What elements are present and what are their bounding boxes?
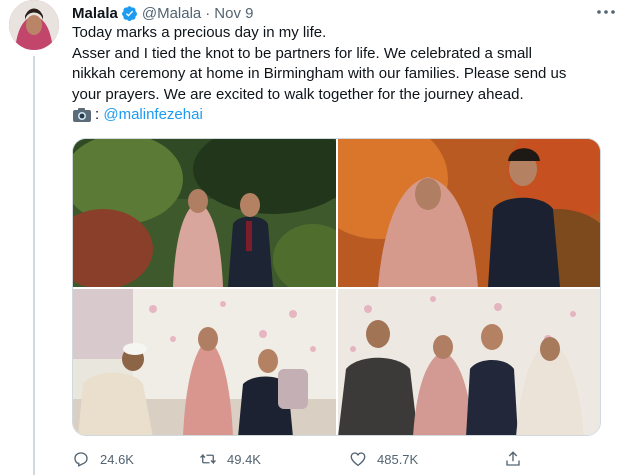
- photo-autumn-couple[interactable]: [338, 139, 600, 287]
- retweet-icon: [200, 453, 216, 465]
- photo-credit: : @malinfezehai: [72, 105, 612, 126]
- header-separator: ·: [205, 4, 211, 22]
- media-grid: [72, 138, 601, 436]
- like-icon: [350, 452, 366, 467]
- reply-icon: [74, 452, 88, 467]
- more-icon[interactable]: [594, 2, 618, 22]
- author-handle[interactable]: @Malala: [142, 5, 201, 22]
- camera-icon: [72, 107, 92, 123]
- tweet-line: Asser and I tied the knot to be partners…: [72, 44, 532, 62]
- author-avatar[interactable]: [9, 0, 59, 50]
- tweet-date[interactable]: Nov 9: [214, 5, 253, 22]
- photo-family-group[interactable]: [338, 289, 600, 435]
- credit-mention-link[interactable]: @malinfezehai: [103, 105, 202, 126]
- like-count: 485.7K: [377, 451, 419, 467]
- photo-garden-couple[interactable]: [73, 139, 336, 287]
- reply-button[interactable]: 24.6K: [72, 448, 134, 470]
- like-button[interactable]: 485.7K: [349, 448, 418, 470]
- retweet-button[interactable]: 49.4K: [199, 448, 261, 470]
- share-button[interactable]: [504, 448, 532, 470]
- tweet-text: Today marks a precious day in my life. A…: [72, 23, 612, 126]
- tweet-line: your prayers. We are excited to walk tog…: [72, 85, 524, 103]
- author-name[interactable]: Malala: [72, 5, 118, 22]
- verified-badge-icon: [121, 5, 138, 22]
- tweet-header: Malala @Malala · Nov 9: [72, 3, 253, 23]
- tweet-line: Today marks a precious day in my life.: [72, 24, 327, 41]
- thread-line: [33, 56, 35, 475]
- photo-nikkah-ceremony[interactable]: [73, 289, 336, 435]
- retweet-count: 49.4K: [227, 451, 261, 467]
- share-icon: [506, 451, 520, 466]
- tweet-line: nikkah ceremony at home in Birmingham wi…: [72, 65, 567, 82]
- reply-count: 24.6K: [100, 451, 134, 467]
- action-bar: 24.6K 49.4K 485.7K: [72, 448, 592, 470]
